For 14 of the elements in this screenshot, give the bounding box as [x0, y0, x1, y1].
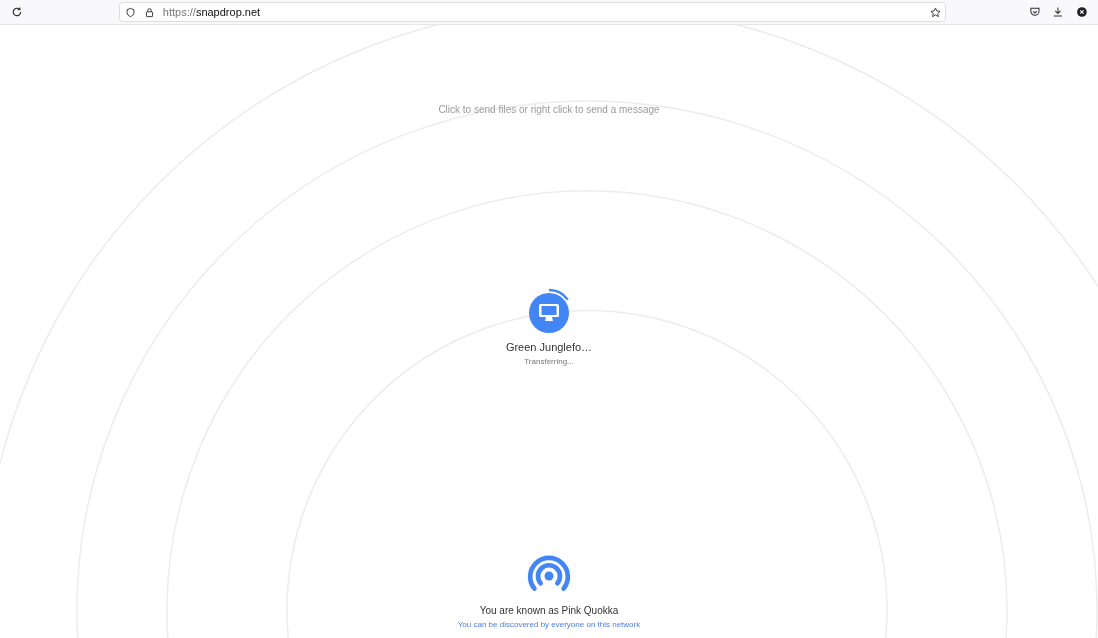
- display-name-text: You are known as Pink Quokka: [479, 605, 619, 616]
- peer-name: Green Junglefo…: [505, 341, 593, 353]
- address-bar[interactable]: https://snapdrop.net: [118, 2, 946, 22]
- extension-icon[interactable]: [1076, 6, 1089, 18]
- instruction-text: Click to send files or right click to send a message: [438, 104, 660, 115]
- download-icon[interactable]: [1052, 6, 1065, 18]
- shield-icon[interactable]: [124, 6, 136, 18]
- discovery-text: You can be discovered by everyone on this network: [457, 620, 641, 629]
- star-icon[interactable]: [929, 6, 941, 18]
- lock-icon[interactable]: [143, 6, 155, 18]
- url-text: https://snapdrop.net: [162, 6, 261, 18]
- reload-icon[interactable]: [11, 6, 23, 18]
- peer-status: Transferring...: [524, 357, 574, 366]
- pocket-icon[interactable]: [1028, 6, 1041, 18]
